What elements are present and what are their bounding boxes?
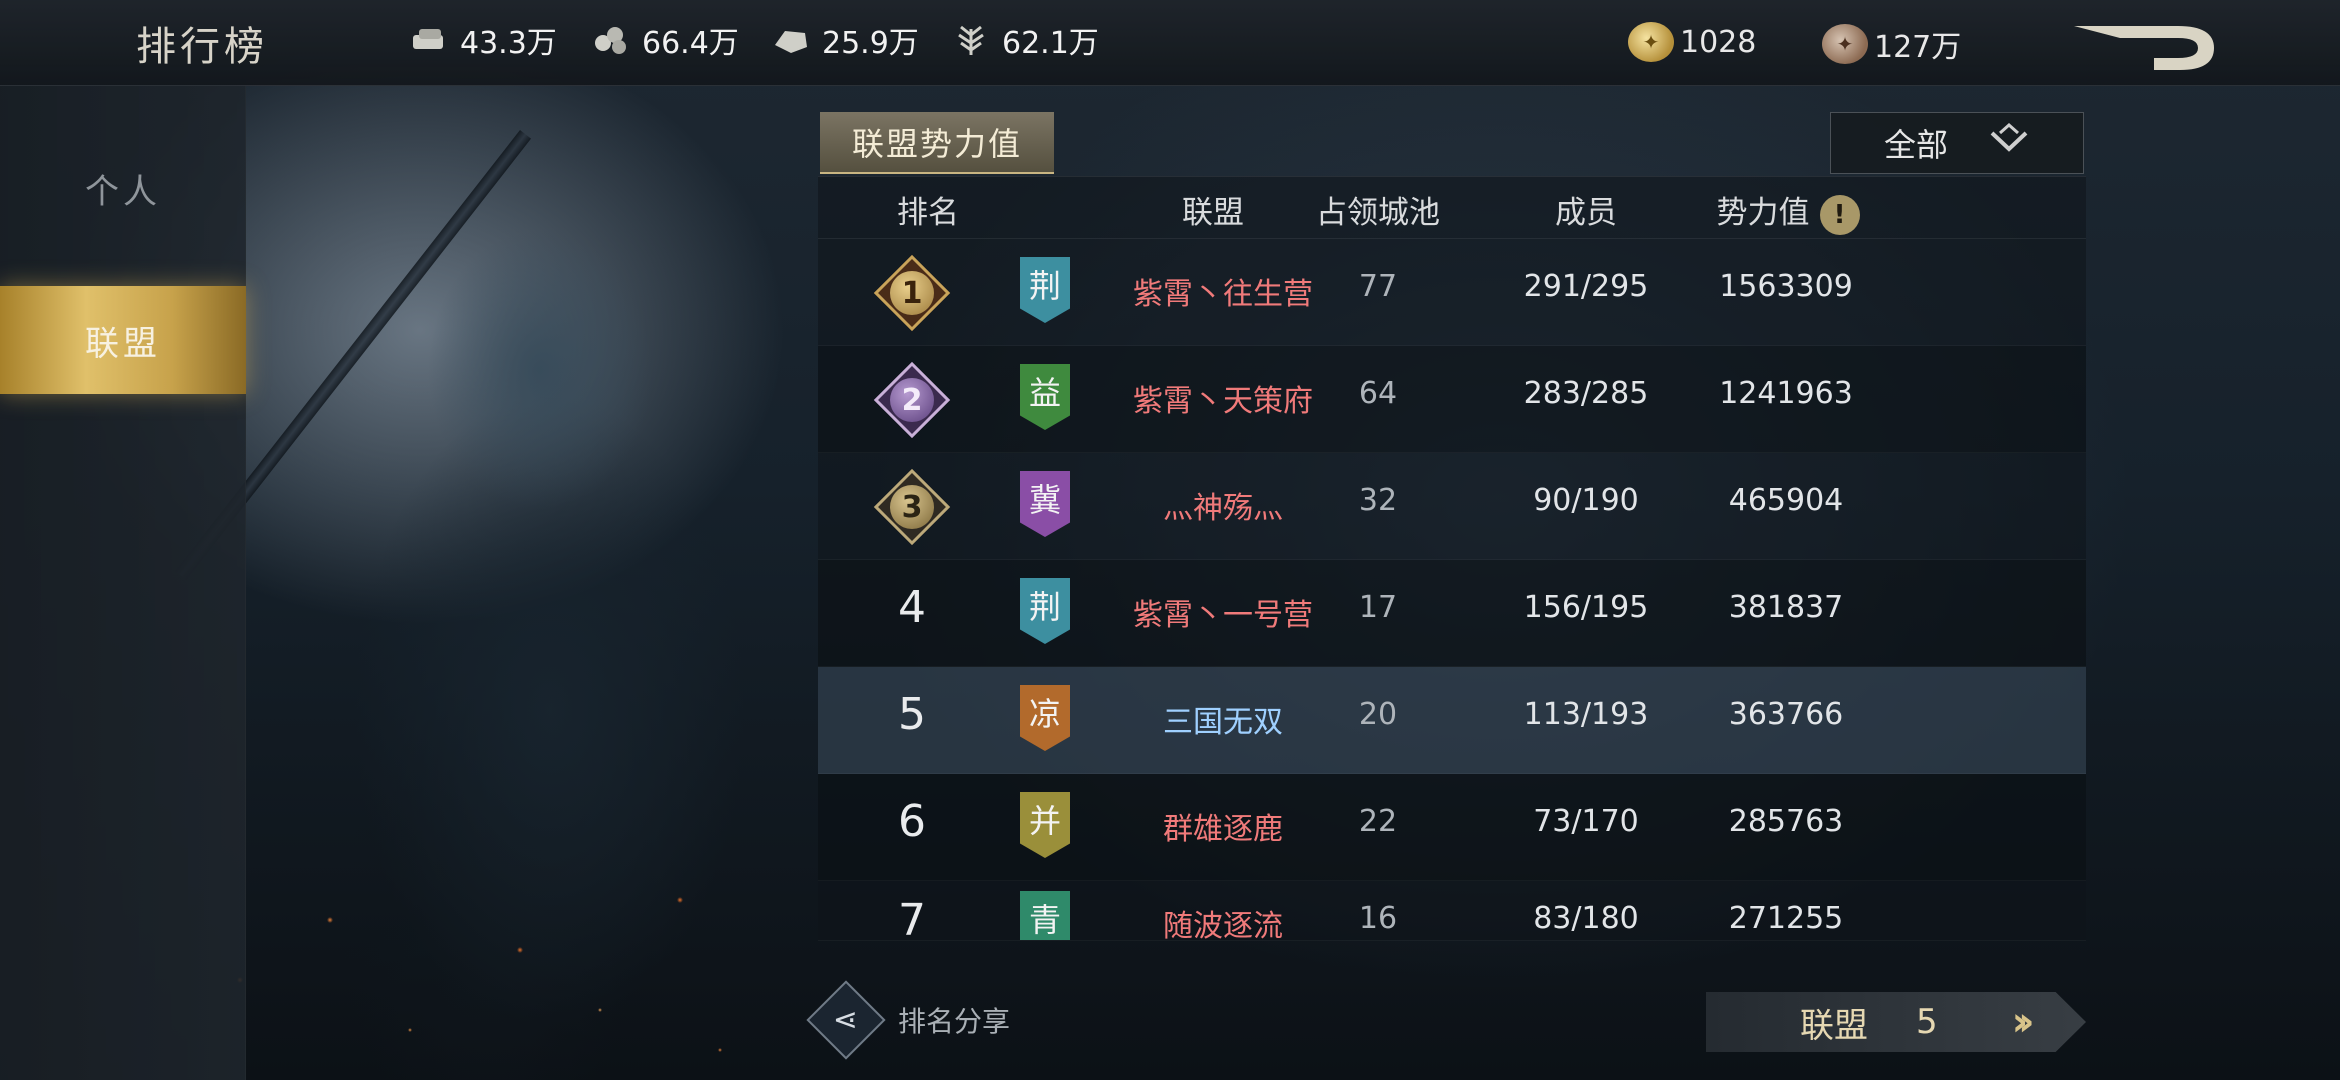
rank-number: 1 (890, 271, 934, 315)
chevron-down-icon (1988, 122, 2030, 163)
rank-number: 5 (898, 689, 926, 740)
cities-count: 64 (1358, 376, 1398, 411)
top-bar: 排行榜 43.3万 66.4万 25.9万 62.1万 ✦ 1028 ✦ 127… (0, 0, 2340, 86)
rank-number: 6 (898, 796, 926, 847)
members-count: 156/195 (1523, 590, 1649, 625)
table-body: 1 荆 紫霄丶往生营 77 291/295 1563309 2 益 紫霄丶天策府… (818, 177, 2086, 941)
double-chevron-right-icon: ›› (2011, 999, 2035, 1045)
rank-number: 3 (890, 485, 934, 529)
power-value: 271255 (1728, 901, 1844, 936)
share-label: 排名分享 (898, 1005, 1011, 1038)
gold-currency[interactable]: ✦ 1028 (1628, 22, 1756, 62)
sidebar-item-label: 联盟 (85, 323, 161, 364)
cities-count: 77 (1358, 269, 1398, 304)
my-rank-value: 5 (1916, 1002, 1938, 1042)
back-button[interactable] (2068, 18, 2220, 74)
resource-iron[interactable]: 66.4万 (590, 18, 739, 62)
members-count: 90/190 (1533, 483, 1639, 518)
resource-iron-value: 66.4万 (642, 26, 739, 61)
cities-count: 32 (1358, 483, 1398, 518)
sidebar-item-personal[interactable]: 个人 (0, 134, 246, 242)
resource-wood-value: 43.3万 (460, 26, 557, 61)
resource-wood[interactable]: 43.3万 (408, 18, 557, 62)
copper-value: 127万 (1874, 30, 1962, 65)
back-arrow-icon (2074, 26, 2214, 70)
resource-stone-value: 25.9万 (822, 26, 919, 61)
ember-particles (200, 860, 760, 1080)
cities-count: 16 (1358, 901, 1398, 936)
resource-grain-value: 62.1万 (1002, 26, 1099, 61)
cities-count: 20 (1358, 697, 1398, 732)
region-flag: 并 (1020, 792, 1070, 858)
cities-count: 22 (1358, 804, 1398, 839)
region-filter-dropdown[interactable]: 全部 (1830, 112, 2084, 174)
members-count: 113/193 (1523, 697, 1649, 732)
power-value: 381837 (1728, 590, 1844, 625)
cities-count: 17 (1358, 590, 1398, 625)
page-title: 排行榜 (136, 24, 268, 70)
filter-label: 全部 (1883, 126, 1948, 164)
members-count: 73/170 (1533, 804, 1639, 839)
share-icon: ⋖ (806, 980, 886, 1060)
table-row[interactable]: 6 并 群雄逐鹿 22 73/170 285763 (818, 774, 2086, 881)
power-value: 285763 (1728, 804, 1844, 839)
table-row[interactable]: 7 青 随波逐流 16 83/180 271255 (818, 881, 2086, 941)
my-alliance-rank-button[interactable]: 联盟 5 ›› (1706, 992, 2086, 1052)
my-rank-label: 联盟 (1800, 1005, 1868, 1046)
table-row[interactable]: 1 荆 紫霄丶往生营 77 291/295 1563309 (818, 239, 2086, 346)
tab-alliance-power[interactable]: 联盟势力值 (820, 112, 1054, 174)
sidebar: 个人 联盟 (0, 86, 246, 1080)
region-flag: 凉 (1020, 685, 1070, 751)
rank-number: 4 (898, 582, 926, 633)
copper-currency[interactable]: ✦ 127万 (1822, 22, 1961, 66)
region-flag: 青 (1020, 891, 1070, 940)
members-count: 83/180 (1533, 901, 1639, 936)
power-value: 1241963 (1719, 376, 1853, 411)
table-row[interactable]: 4 荆 紫霄丶一号营 17 156/195 381837 (818, 560, 2086, 667)
gold-coin-icon: ✦ (1628, 22, 1674, 62)
ranking-table: 排名 联盟 占领城池 成员 势力值! 1 荆 紫霄丶往生营 77 291/295… (818, 176, 2086, 941)
rank-number: 2 (890, 378, 934, 422)
gold-value: 1028 (1680, 24, 1757, 60)
table-row[interactable]: 2 益 紫霄丶天策府 64 283/285 1241963 (818, 346, 2086, 453)
members-count: 291/295 (1523, 269, 1649, 304)
wood-icon (408, 21, 450, 59)
copper-coin-icon: ✦ (1822, 24, 1868, 64)
sidebar-item-label: 个人 (85, 171, 161, 212)
grain-icon (950, 21, 992, 59)
region-flag: 冀 (1020, 471, 1070, 537)
resource-grain[interactable]: 62.1万 (950, 18, 1099, 62)
power-value: 363766 (1728, 697, 1844, 732)
region-flag: 荆 (1020, 578, 1070, 644)
share-ranking-button[interactable]: ⋖ 排名分享 (806, 980, 1011, 1060)
power-value: 465904 (1728, 483, 1844, 518)
stone-icon (770, 21, 812, 59)
rank-badge: 2 (873, 361, 951, 439)
members-count: 283/285 (1523, 376, 1649, 411)
rank-badge: 1 (873, 254, 951, 332)
rank-number: 7 (898, 895, 926, 941)
region-flag: 益 (1020, 364, 1070, 430)
iron-icon (590, 21, 632, 59)
table-row[interactable]: 3 冀 灬神殇灬 32 90/190 465904 (818, 453, 2086, 560)
table-row-own-alliance[interactable]: 5 凉 三国无双 20 113/193 363766 (818, 667, 2086, 774)
sidebar-item-alliance[interactable]: 联盟 (0, 286, 246, 394)
power-value: 1563309 (1719, 269, 1853, 304)
region-flag: 荆 (1020, 257, 1070, 323)
rank-badge: 3 (873, 468, 951, 546)
resource-stone[interactable]: 25.9万 (770, 18, 919, 62)
